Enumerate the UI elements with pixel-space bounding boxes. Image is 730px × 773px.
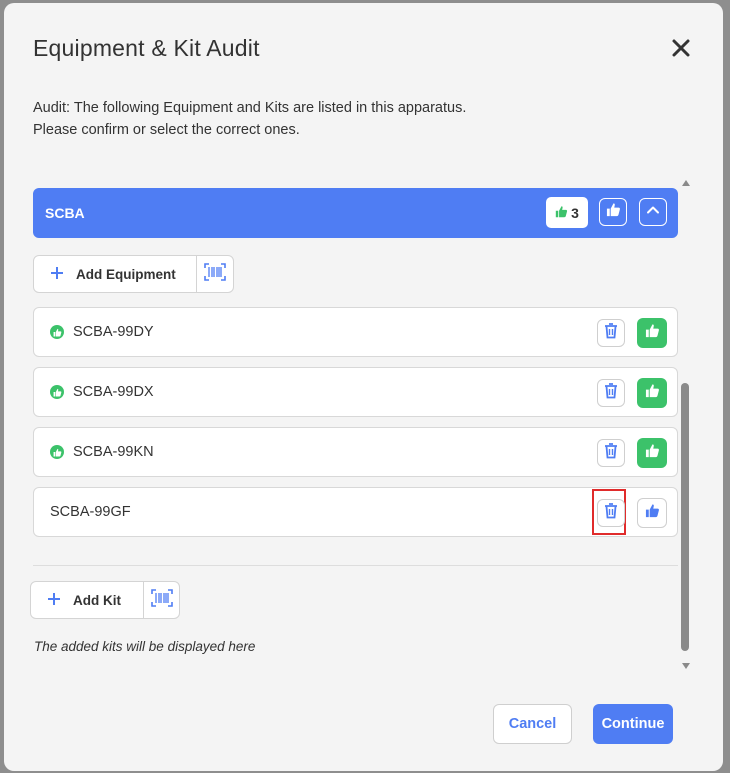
add-equipment-control: Add Equipment — [33, 255, 234, 293]
audit-dialog: Equipment & Kit Audit Audit: The followi… — [4, 3, 723, 771]
delete-button[interactable] — [597, 319, 625, 347]
delete-button[interactable] — [597, 499, 625, 527]
trash-icon — [604, 442, 618, 464]
confirm-button[interactable] — [637, 498, 667, 528]
thumbs-up-icon — [645, 383, 660, 403]
group-name: SCBA — [45, 205, 85, 221]
thumbs-up-icon — [555, 205, 568, 221]
scroll-up-arrow-icon[interactable] — [682, 180, 690, 186]
scrollbar-thumb[interactable] — [681, 383, 689, 651]
add-equipment-button[interactable]: Add Equipment — [34, 256, 198, 292]
delete-button[interactable] — [597, 439, 625, 467]
confirm-all-button[interactable] — [599, 198, 627, 226]
equipment-label: SCBA-99DY — [73, 324, 154, 340]
equipment-label: SCBA-99GF — [50, 504, 131, 520]
dialog-title: Equipment & Kit Audit — [33, 35, 260, 61]
scan-equipment-button[interactable] — [197, 256, 233, 292]
intro-line-1: Audit: The following Equipment and Kits … — [33, 100, 467, 116]
add-kit-control: Add Kit — [30, 581, 180, 619]
thumbs-up-icon — [645, 443, 660, 463]
confirmed-status-icon — [50, 325, 64, 339]
trash-icon — [604, 382, 618, 404]
continue-button[interactable]: Continue — [593, 704, 673, 744]
confirmed-count-badge: 3 — [546, 197, 588, 228]
thumbs-up-icon — [606, 202, 621, 222]
add-kit-label: Add Kit — [73, 592, 121, 608]
dialog-intro: Audit: The following Equipment and Kits … — [33, 97, 633, 141]
confirm-button[interactable] — [637, 438, 667, 468]
chevron-up-icon — [646, 203, 660, 222]
collapse-group-button[interactable] — [639, 198, 667, 226]
equipment-item-1: SCBA-99DY — [33, 307, 678, 357]
thumbs-up-icon — [645, 323, 660, 343]
kits-empty-note: The added kits will be displayed here — [34, 639, 256, 654]
scrollbar[interactable] — [680, 178, 692, 671]
confirm-button[interactable] — [637, 318, 667, 348]
trash-icon — [604, 502, 618, 524]
confirmed-count: 3 — [571, 204, 579, 221]
confirm-button[interactable] — [637, 378, 667, 408]
equipment-item-3: SCBA-99KN — [33, 427, 678, 477]
thumbs-up-icon — [645, 503, 660, 523]
intro-line-2: Please confirm or select the correct one… — [33, 122, 300, 138]
equipment-item-4: SCBA-99GF — [33, 487, 678, 537]
close-icon[interactable] — [668, 35, 694, 61]
add-equipment-label: Add Equipment — [76, 266, 176, 282]
plus-icon — [50, 266, 64, 283]
section-divider — [33, 565, 678, 566]
equipment-item-2: SCBA-99DX — [33, 367, 678, 417]
scba-group-header[interactable]: SCBA 3 — [33, 188, 678, 238]
equipment-label: SCBA-99KN — [73, 444, 154, 460]
equipment-label: SCBA-99DX — [73, 384, 154, 400]
cancel-button[interactable]: Cancel — [493, 704, 572, 744]
confirmed-status-icon — [50, 385, 64, 399]
plus-icon — [47, 592, 61, 609]
scroll-down-arrow-icon[interactable] — [682, 663, 690, 669]
barcode-scan-icon — [204, 262, 226, 286]
confirmed-status-icon — [50, 445, 64, 459]
barcode-scan-icon — [150, 588, 173, 612]
add-kit-button[interactable]: Add Kit — [31, 582, 145, 618]
delete-button[interactable] — [597, 379, 625, 407]
scan-kit-button[interactable] — [144, 582, 179, 618]
trash-icon — [604, 322, 618, 344]
